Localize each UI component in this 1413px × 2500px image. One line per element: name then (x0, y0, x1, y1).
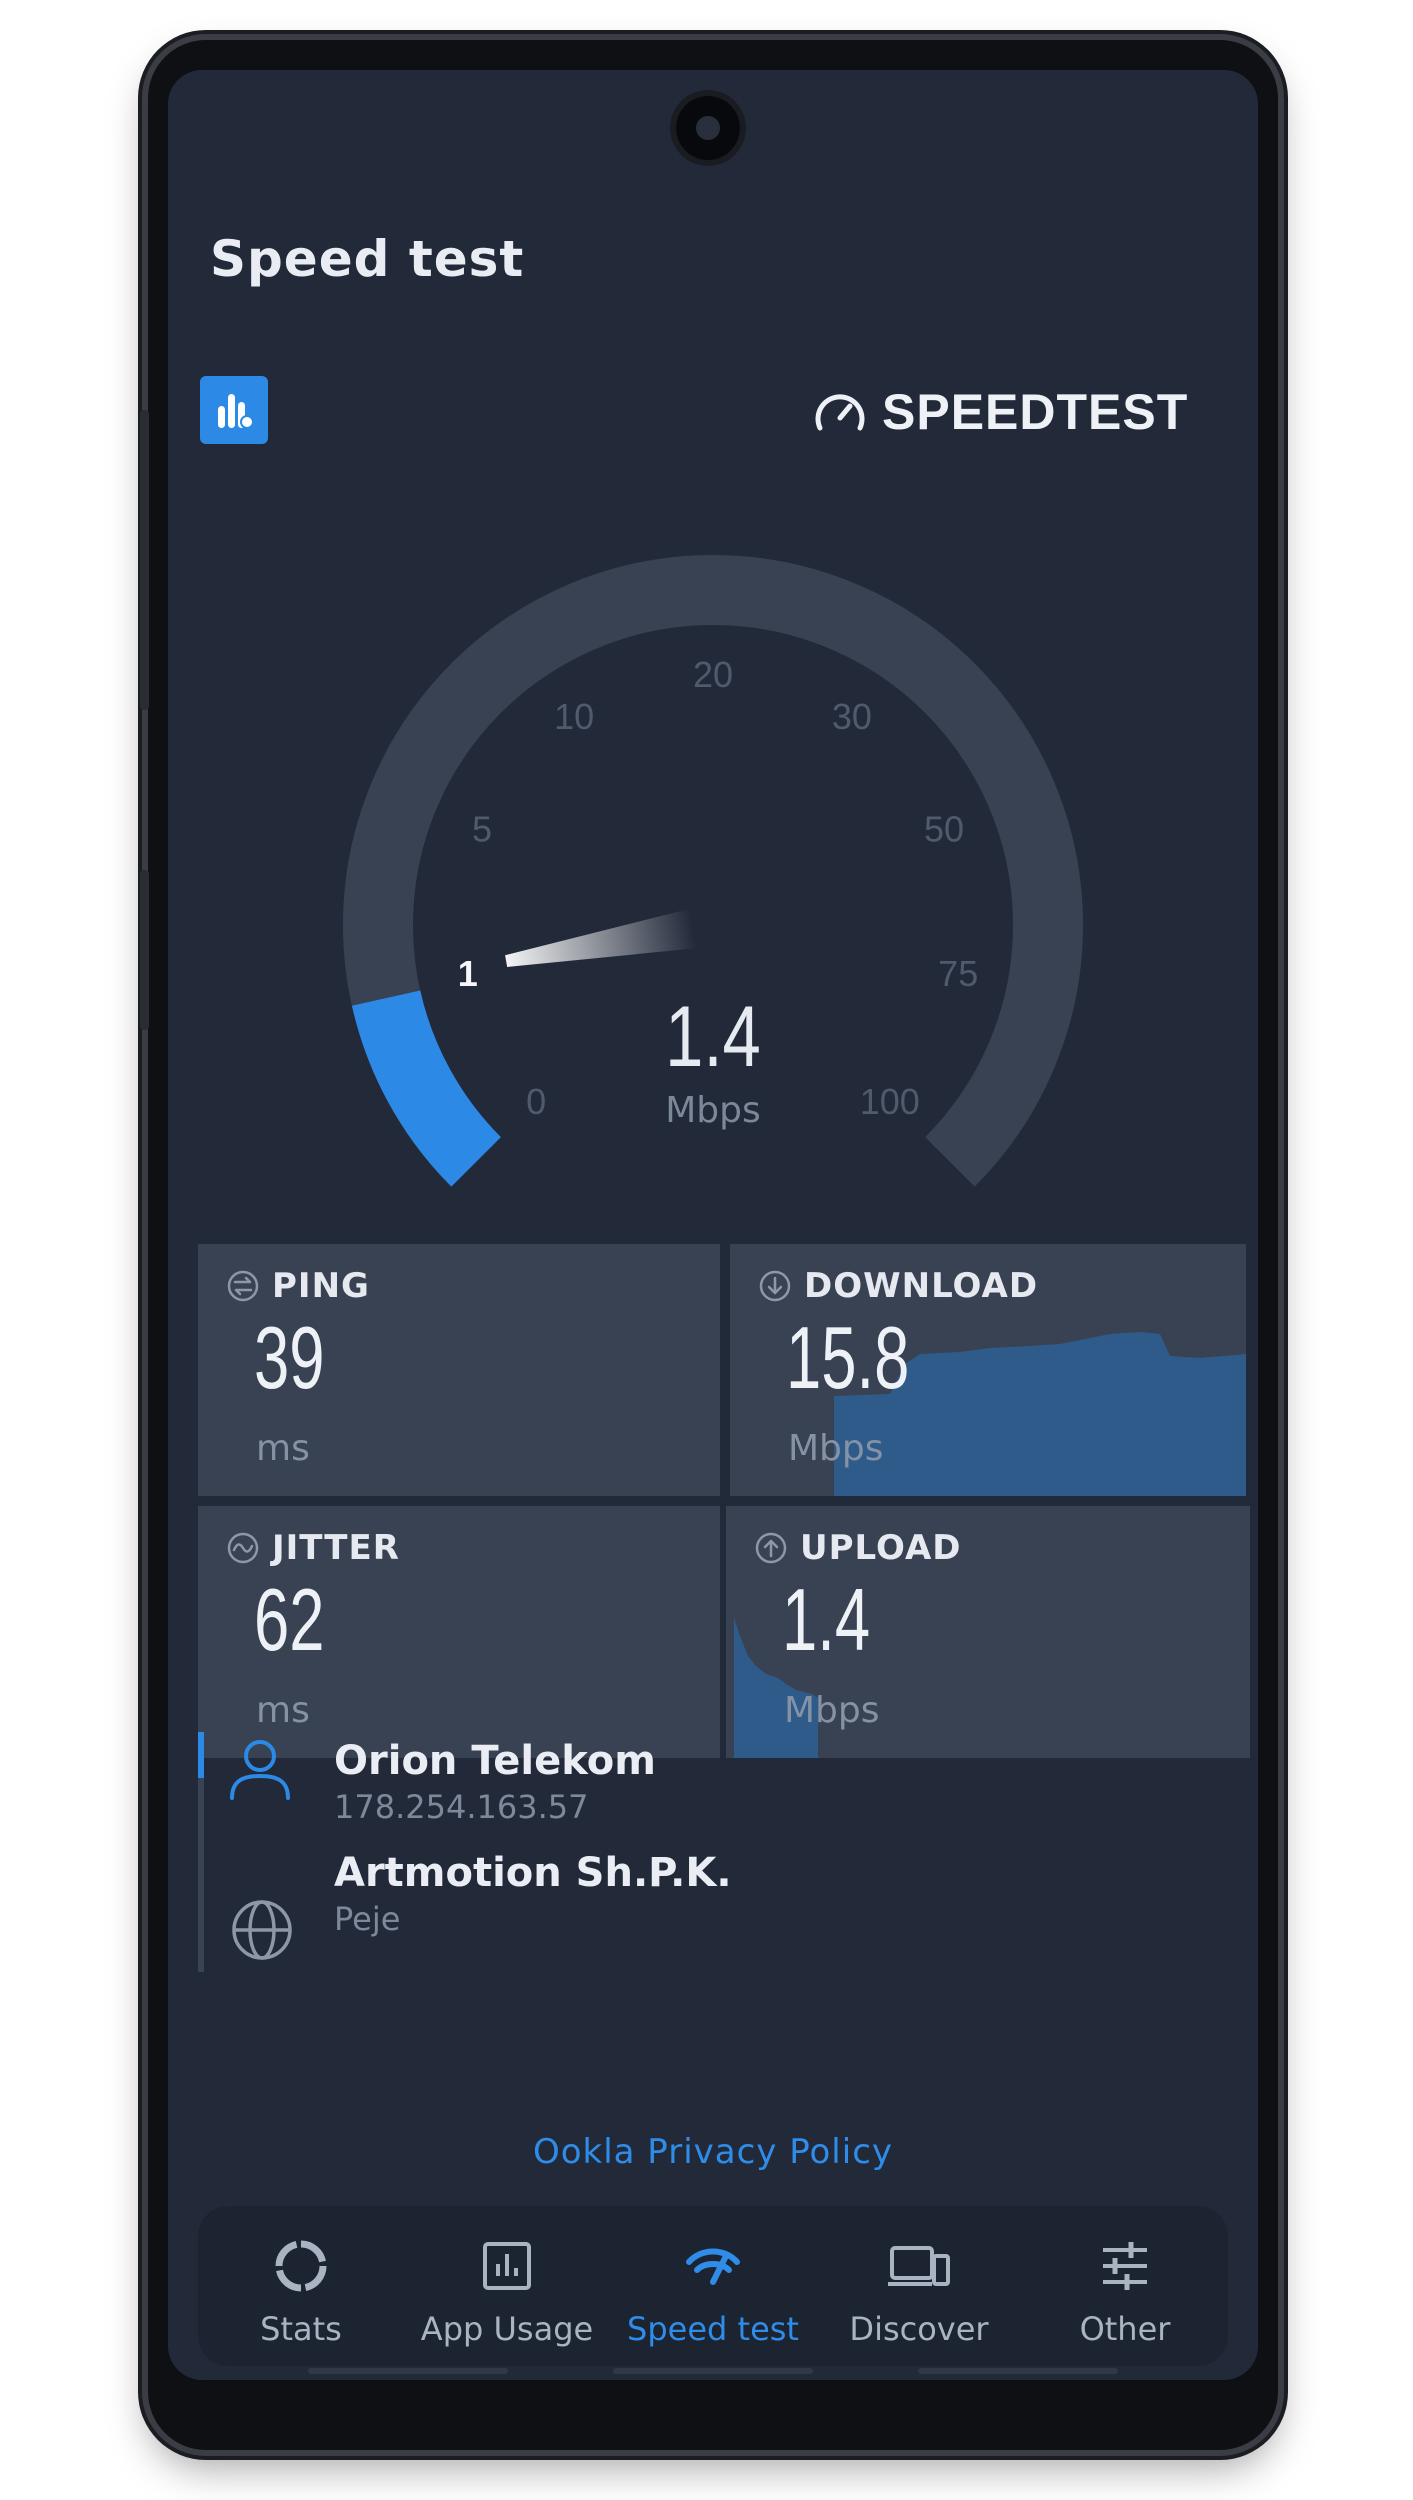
download-label: DOWNLOAD (804, 1266, 1039, 1306)
gauge-tick-5: 5 (472, 808, 492, 849)
ping-icon (227, 1270, 259, 1302)
gauge-tick-50: 50 (924, 808, 964, 849)
devices-icon (888, 2246, 950, 2286)
gauge-tick-10: 10 (554, 696, 594, 737)
bar-chart-icon (483, 2242, 531, 2290)
upload-value: 1.4 (782, 1570, 871, 1669)
ping-value: 39 (254, 1308, 325, 1407)
user-icon (230, 1740, 290, 1800)
globe-icon (232, 1900, 292, 1960)
provider-ip: 178.254.163.57 (334, 1788, 589, 1826)
screen: Speed test SPEEDTEST 0 1 5 10 20 30 50 75 100 1.… (168, 70, 1258, 2380)
system-nav-back[interactable] (918, 2368, 1118, 2374)
nav-item-discover[interactable]: Discover (816, 2206, 1022, 2366)
results-history-button[interactable] (200, 376, 268, 444)
download-card: DOWNLOAD 15.8 Mbps (730, 1244, 1246, 1496)
current-speed-unit: Mbps (665, 1090, 761, 1131)
nav-item-stats[interactable]: Stats (198, 2206, 404, 2366)
nav-label-app-usage: App Usage (420, 2310, 594, 2348)
jitter-value: 62 (254, 1570, 325, 1669)
speedtest-logo: SPEEDTEST (812, 382, 1232, 442)
system-nav-recents[interactable] (308, 2368, 508, 2374)
upload-unit: Mbps (784, 1690, 880, 1731)
brand-name: SPEEDTEST (882, 384, 1189, 440)
ping-unit: ms (256, 1428, 310, 1469)
system-nav-home[interactable] (613, 2368, 813, 2374)
nav-item-speed-test[interactable]: Speed test (610, 2206, 816, 2366)
server-name[interactable]: Artmotion Sh.P.K. (334, 1850, 732, 1896)
volume-button (140, 410, 149, 710)
nav-label-other: Other (1079, 2310, 1171, 2348)
connection-info: Orion Telekom 178.254.163.57 Artmotion S… (198, 1732, 1198, 1982)
power-button (140, 870, 149, 1030)
provider-name: Orion Telekom (334, 1738, 656, 1784)
bottom-navigation: Stats App Usage Speed test Discover Othe… (198, 2206, 1228, 2366)
ping-card: PING 39 ms (198, 1244, 720, 1496)
nav-label-discover: Discover (849, 2310, 989, 2348)
page-title: Speed test (210, 230, 525, 288)
server-location: Peje (334, 1900, 401, 1938)
download-unit: Mbps (788, 1428, 884, 1469)
upload-icon (755, 1532, 787, 1564)
download-value: 15.8 (786, 1308, 910, 1407)
privacy-policy-link[interactable]: Ookla Privacy Policy (168, 2132, 1258, 2172)
results-chart-icon (218, 394, 254, 429)
upload-card: UPLOAD 1.4 Mbps (726, 1506, 1250, 1758)
jitter-unit: ms (256, 1690, 310, 1731)
front-camera (676, 96, 740, 160)
download-icon (759, 1270, 791, 1302)
jitter-label: JITTER (272, 1528, 400, 1568)
current-speed-value: 1.4 (665, 989, 761, 1085)
jitter-icon (227, 1532, 259, 1564)
speedometer-icon (686, 2248, 740, 2285)
nav-label-stats: Stats (260, 2310, 342, 2348)
gauge-needle (505, 908, 697, 968)
nav-label-speed-test: Speed test (627, 2310, 799, 2348)
gauge-logo-icon (815, 394, 865, 431)
jitter-card: JITTER 62 ms (198, 1506, 720, 1758)
stats-ring-icon (275, 2240, 327, 2292)
gauge-tick-20: 20 (693, 654, 733, 695)
nav-item-app-usage[interactable]: App Usage (404, 2206, 610, 2366)
connection-active-marker (198, 1732, 204, 1778)
upload-label: UPLOAD (800, 1528, 962, 1568)
gauge-tick-30: 30 (832, 696, 872, 737)
ping-label: PING (272, 1266, 370, 1306)
nav-item-other[interactable]: Other (1022, 2206, 1228, 2366)
sliders-icon (1103, 2242, 1147, 2290)
